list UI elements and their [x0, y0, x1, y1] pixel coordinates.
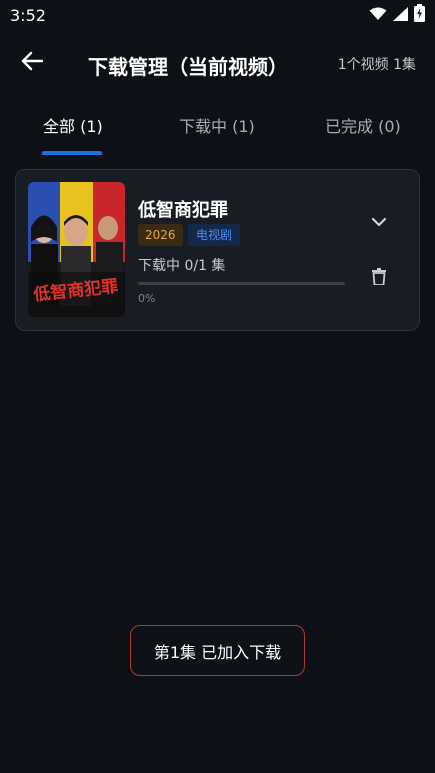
chevron-down-icon [371, 212, 387, 231]
download-status: 下载中 0/1 集 [138, 258, 226, 274]
toast-message: 第1集 已加入下载 [130, 625, 305, 676]
app-bar: 下载管理（当前视频） 1个视频 1集 [0, 40, 435, 86]
progress-bar [138, 282, 345, 285]
item-title: 低智商犯罪 [138, 200, 228, 221]
poster-image: 低智商犯罪 [28, 182, 125, 317]
tab-bar: 全部 (1) 下载中 (1) 已完成 (0) [0, 105, 435, 155]
video-count: 1个视频 1集 [337, 57, 416, 73]
delete-button[interactable] [368, 267, 390, 289]
page-title: 下载管理（当前视频） [88, 55, 288, 79]
expand-button[interactable] [368, 210, 390, 232]
tab-all[interactable]: 全部 (1) [43, 113, 103, 137]
tab-downloading[interactable]: 下载中 (1) [179, 113, 255, 137]
tab-completed[interactable]: 已完成 (0) [325, 113, 401, 137]
tab-indicator [42, 151, 102, 155]
arrow-left-icon [21, 51, 44, 75]
cell-signal-icon [393, 6, 408, 25]
status-time: 3:52 [10, 5, 46, 25]
type-badge: 电视剧 [188, 224, 241, 246]
year-badge: 2026 [138, 224, 183, 246]
status-bar: 3:52 [0, 0, 435, 30]
download-item-card[interactable]: 低智商犯罪 低智商犯罪 2026 电视剧 下载中 0/1 集 0% [15, 169, 420, 331]
status-icons [369, 4, 425, 26]
progress-percent: 0% [138, 292, 156, 305]
wifi-icon [369, 6, 387, 25]
trash-icon [372, 267, 386, 289]
battery-icon [414, 4, 425, 26]
back-button[interactable] [18, 50, 46, 76]
